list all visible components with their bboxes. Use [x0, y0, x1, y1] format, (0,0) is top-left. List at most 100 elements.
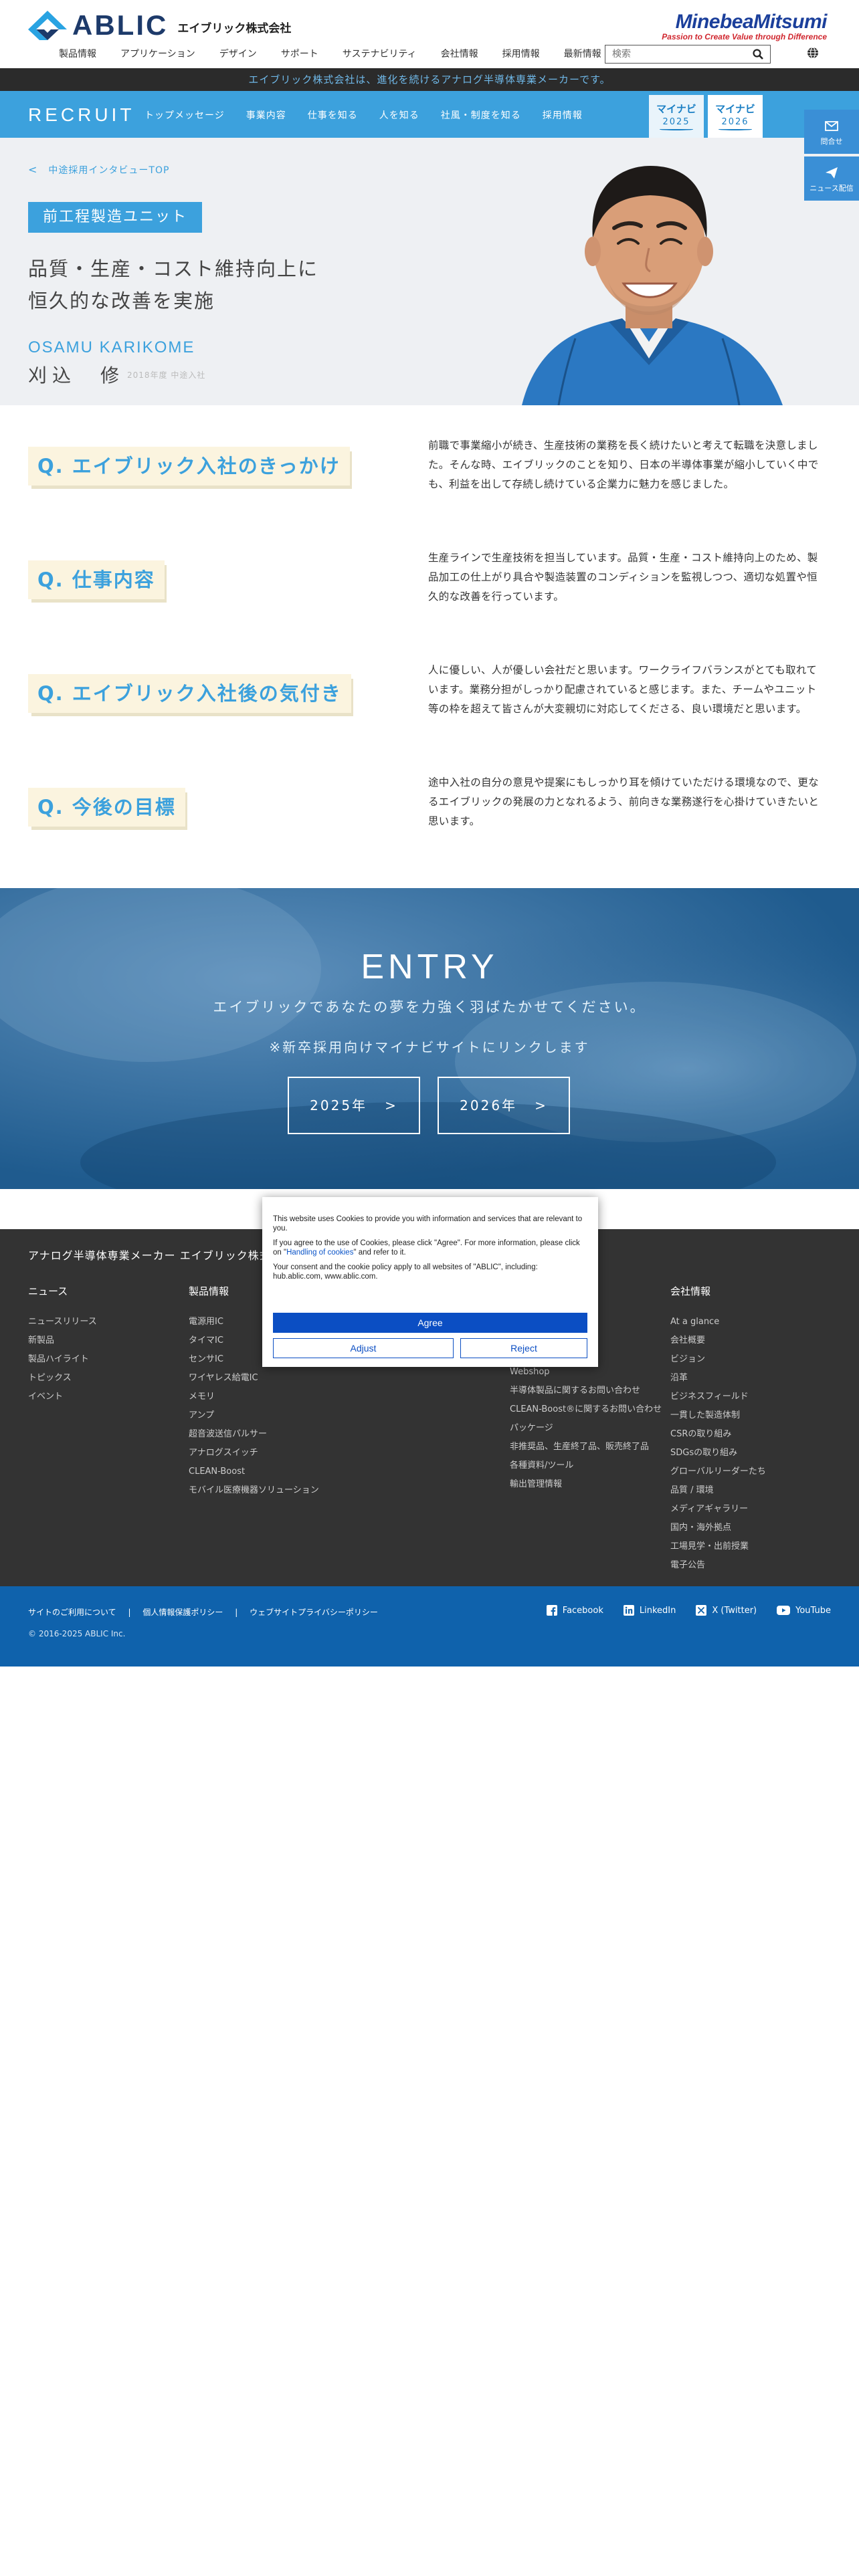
recruit-nav-info[interactable]: 採用情報: [543, 108, 583, 122]
footer-col-title[interactable]: ニュース: [28, 1284, 97, 1298]
footer-link[interactable]: ニュースリリース: [28, 1313, 97, 1331]
footer-link[interactable]: 工場見学・出前授業: [670, 1537, 766, 1556]
youtube-icon: [777, 1606, 791, 1615]
footer-link[interactable]: ビジョン: [670, 1350, 766, 1369]
footer-link[interactable]: モバイル医療機器ソリューション: [189, 1481, 319, 1500]
footer-link[interactable]: 国内・海外拠点: [670, 1519, 766, 1537]
minebea-mitsumi-logo[interactable]: MinebeaMitsumi Passion to Create Value t…: [662, 11, 827, 41]
cookie-text-2: If you agree to the use of Cookies, plea…: [273, 1239, 587, 1257]
recruit-nav-work[interactable]: 仕事を知る: [308, 108, 358, 122]
privacy-policy-link[interactable]: 個人情報保護ポリシー: [142, 1608, 223, 1617]
footer-link[interactable]: メディアギャラリー: [670, 1500, 766, 1519]
mynavi-swoosh: [660, 128, 693, 130]
x-twitter-link[interactable]: X (Twitter): [696, 1605, 757, 1616]
footer-link[interactable]: SDGsの取り組み: [670, 1444, 766, 1463]
footer-link[interactable]: 製品ハイライト: [28, 1350, 97, 1369]
x-twitter-icon: [696, 1605, 707, 1616]
footer-link[interactable]: 会社概要: [670, 1331, 766, 1350]
recruit-title[interactable]: RECRUIT: [28, 104, 134, 126]
ablic-logo[interactable]: ABLIC エイブリック株式会社: [27, 9, 291, 41]
footer-link[interactable]: 非推奨品、生産終了品、販売終了品: [510, 1438, 662, 1457]
chevron-left-icon: <: [28, 163, 38, 176]
social-links: Facebook LinkedIn X (Twitter) YouTube: [527, 1605, 831, 1616]
youtube-label: YouTube: [795, 1605, 831, 1616]
question-label: Q. エイブリック入社後の気付き: [28, 674, 351, 713]
search-box: [605, 45, 771, 64]
recruit-nav-top-message[interactable]: トップメッセージ: [145, 108, 225, 122]
recruit-nav-bar: RECRUIT トップメッセージ 事業内容 仕事を知る 人を知る 社風・制度を知…: [0, 91, 859, 138]
arrow-right-icon: >: [385, 1097, 398, 1113]
linkedin-link[interactable]: LinkedIn: [623, 1605, 676, 1616]
footer-link[interactable]: CSRの取り組み: [670, 1425, 766, 1444]
globe-icon[interactable]: [807, 47, 819, 59]
footer-link[interactable]: アンプ: [189, 1406, 319, 1425]
nav-applications[interactable]: アプリケーション: [120, 47, 195, 60]
mynavi-2026-button[interactable]: マイナビ 2026: [708, 95, 763, 138]
facebook-label: Facebook: [562, 1605, 603, 1616]
footer-link[interactable]: ワイヤレス給電IC: [189, 1369, 319, 1388]
recruit-nav-culture[interactable]: 社風・制度を知る: [441, 108, 521, 122]
site-header: ABLIC エイブリック株式会社 MinebeaMitsumi Passion …: [0, 0, 859, 68]
nav-recruit[interactable]: 採用情報: [502, 47, 540, 60]
linkedin-label: LinkedIn: [639, 1605, 676, 1616]
footer-link[interactable]: 各種資料/ツール: [510, 1457, 662, 1475]
nav-company[interactable]: 会社情報: [441, 47, 478, 60]
website-privacy-link[interactable]: ウェブサイトプライバシーポリシー: [250, 1608, 378, 1617]
legal-separator: |: [235, 1608, 238, 1617]
footer-link[interactable]: 沿革: [670, 1369, 766, 1388]
answer-text: 生産ラインで生産技術を担当しています。品質・生産・コスト維持向上のため、製品加工…: [428, 552, 818, 603]
handling-of-cookies-link[interactable]: Handling of cookies: [286, 1249, 353, 1257]
nav-design[interactable]: デザイン: [219, 47, 257, 60]
cookie-adjust-button[interactable]: Adjust: [273, 1338, 454, 1358]
footer-link[interactable]: グローバルリーダーたち: [670, 1463, 766, 1481]
nav-sustainability[interactable]: サステナビリティ: [343, 47, 417, 60]
footer-col-title[interactable]: 会社情報: [670, 1284, 766, 1298]
footer-link[interactable]: 超音波送信パルサー: [189, 1425, 319, 1444]
mynavi-2025-button[interactable]: マイナビ 2025: [649, 95, 704, 138]
footer-link[interactable]: トピックス: [28, 1369, 97, 1388]
footer-link[interactable]: CLEAN-Boost: [189, 1463, 319, 1481]
footer-link[interactable]: 輸出管理情報: [510, 1475, 662, 1494]
facebook-icon: [546, 1605, 557, 1616]
terms-link[interactable]: サイトのご利用について: [28, 1608, 116, 1617]
side-news-button[interactable]: ニュース配信: [804, 156, 859, 201]
mynavi-year: 2025: [662, 117, 690, 127]
footer-link[interactable]: パッケージ: [510, 1419, 662, 1438]
question-label: Q. エイブリック入社のきっかけ: [28, 447, 350, 486]
footer-link[interactable]: 一貫した製造体制: [670, 1406, 766, 1425]
cookie-agree-button[interactable]: Agree: [273, 1313, 587, 1333]
cookie-text-1: This website uses Cookies to provide you…: [273, 1215, 583, 1232]
answer-text: 前職で事業縮小が続き、生産技術の業務を長く続けたいと考えて転職を決意しました。そ…: [428, 439, 819, 490]
recruit-nav-people[interactable]: 人を知る: [379, 108, 419, 122]
legal-links: サイトのご利用について | 個人情報保護ポリシー | ウェブサイトプライバシーポ…: [28, 1606, 387, 1618]
footer-link[interactable]: イベント: [28, 1388, 97, 1406]
entry-2026-button[interactable]: 2026年 >: [438, 1077, 570, 1134]
mynavi-swoosh: [719, 128, 752, 130]
nav-products[interactable]: 製品情報: [59, 47, 96, 60]
entry-2025-button[interactable]: 2025年 >: [288, 1077, 420, 1134]
footer-link[interactable]: 新製品: [28, 1331, 97, 1350]
search-icon[interactable]: [753, 49, 763, 60]
sub-footer: サイトのご利用について | 個人情報保護ポリシー | ウェブサイトプライバシーポ…: [0, 1586, 859, 1667]
footer-link[interactable]: アナログスイッチ: [189, 1444, 319, 1463]
nav-support[interactable]: サポート: [281, 47, 318, 60]
footer-link[interactable]: 電子公告: [670, 1556, 766, 1575]
search-input[interactable]: [605, 49, 746, 60]
legal-separator: |: [128, 1608, 131, 1617]
facebook-link[interactable]: Facebook: [546, 1605, 603, 1616]
footer-link[interactable]: CLEAN-Boost®に関するお問い合わせ: [510, 1400, 662, 1419]
breadcrumb[interactable]: < 中途採用インタビューTOP: [28, 163, 169, 177]
nav-latest[interactable]: 最新情報: [564, 47, 601, 60]
mynavi-year: 2026: [721, 117, 749, 127]
footer-link[interactable]: ビジネスフィールド: [670, 1388, 766, 1406]
footer-link[interactable]: 品質 / 環境: [670, 1481, 766, 1500]
footer-heading: アナログ半導体専業メーカー エイブリック株式会社: [28, 1249, 294, 1262]
youtube-link[interactable]: YouTube: [777, 1605, 831, 1616]
footer-link[interactable]: At a glance: [670, 1313, 766, 1331]
partner-logo-main: MinebeaMitsumi: [675, 11, 828, 33]
cookie-reject-button[interactable]: Reject: [460, 1338, 587, 1358]
footer-link[interactable]: メモリ: [189, 1388, 319, 1406]
footer-link[interactable]: 半導体製品に関するお問い合わせ: [510, 1382, 662, 1400]
recruit-nav-business[interactable]: 事業内容: [246, 108, 286, 122]
side-contact-button[interactable]: 問合せ: [804, 110, 859, 154]
